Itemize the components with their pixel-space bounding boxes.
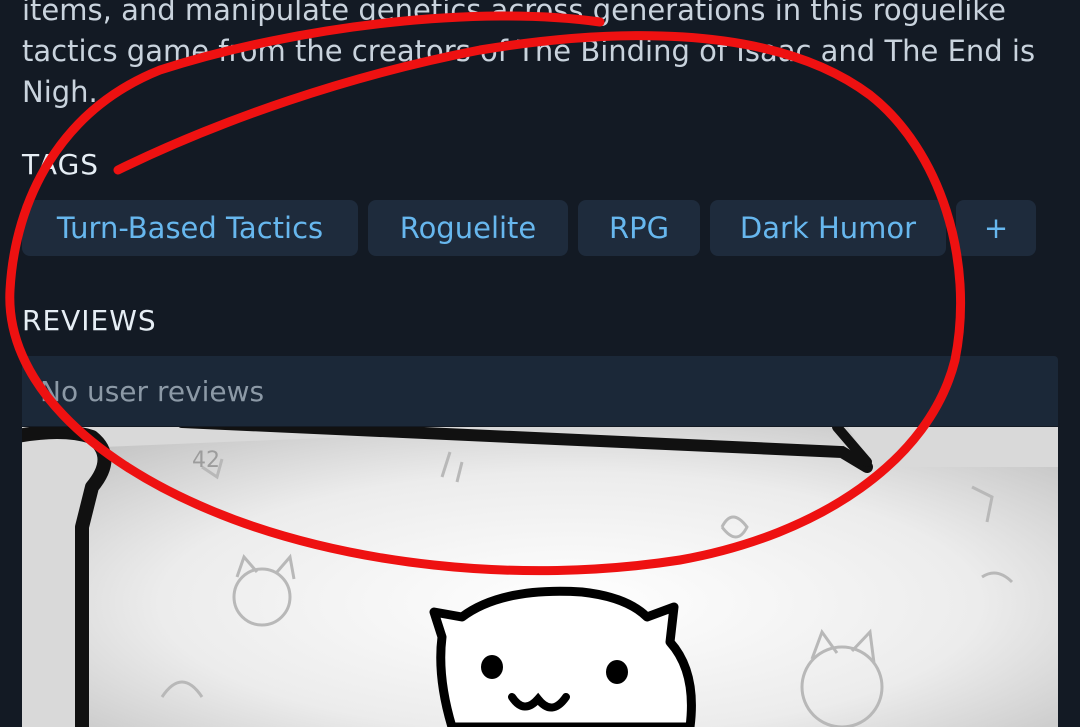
reviews-heading: REVIEWS [22, 304, 157, 337]
no-reviews-text: No user reviews [40, 374, 265, 408]
cat-face-drawing-image: 42 [22, 427, 1058, 727]
reviews-panel: No user reviews [22, 356, 1058, 426]
more-tags-button[interactable]: + [956, 200, 1036, 256]
tag-dark-humor[interactable]: Dark Humor [710, 200, 946, 256]
tag-roguelite[interactable]: Roguelite [368, 200, 568, 256]
game-description: items, and manipulate genetics across ge… [22, 0, 1036, 109]
tag-list: Turn-Based Tactics Roguelite RPG Dark Hu… [22, 200, 1036, 256]
tag-turn-based-tactics[interactable]: Turn-Based Tactics [22, 200, 358, 256]
game-screenshot[interactable]: 42 [22, 427, 1058, 727]
doodle-number: 42 [192, 448, 220, 473]
tag-rpg[interactable]: RPG [578, 200, 700, 256]
tags-heading: TAGS [22, 148, 100, 181]
